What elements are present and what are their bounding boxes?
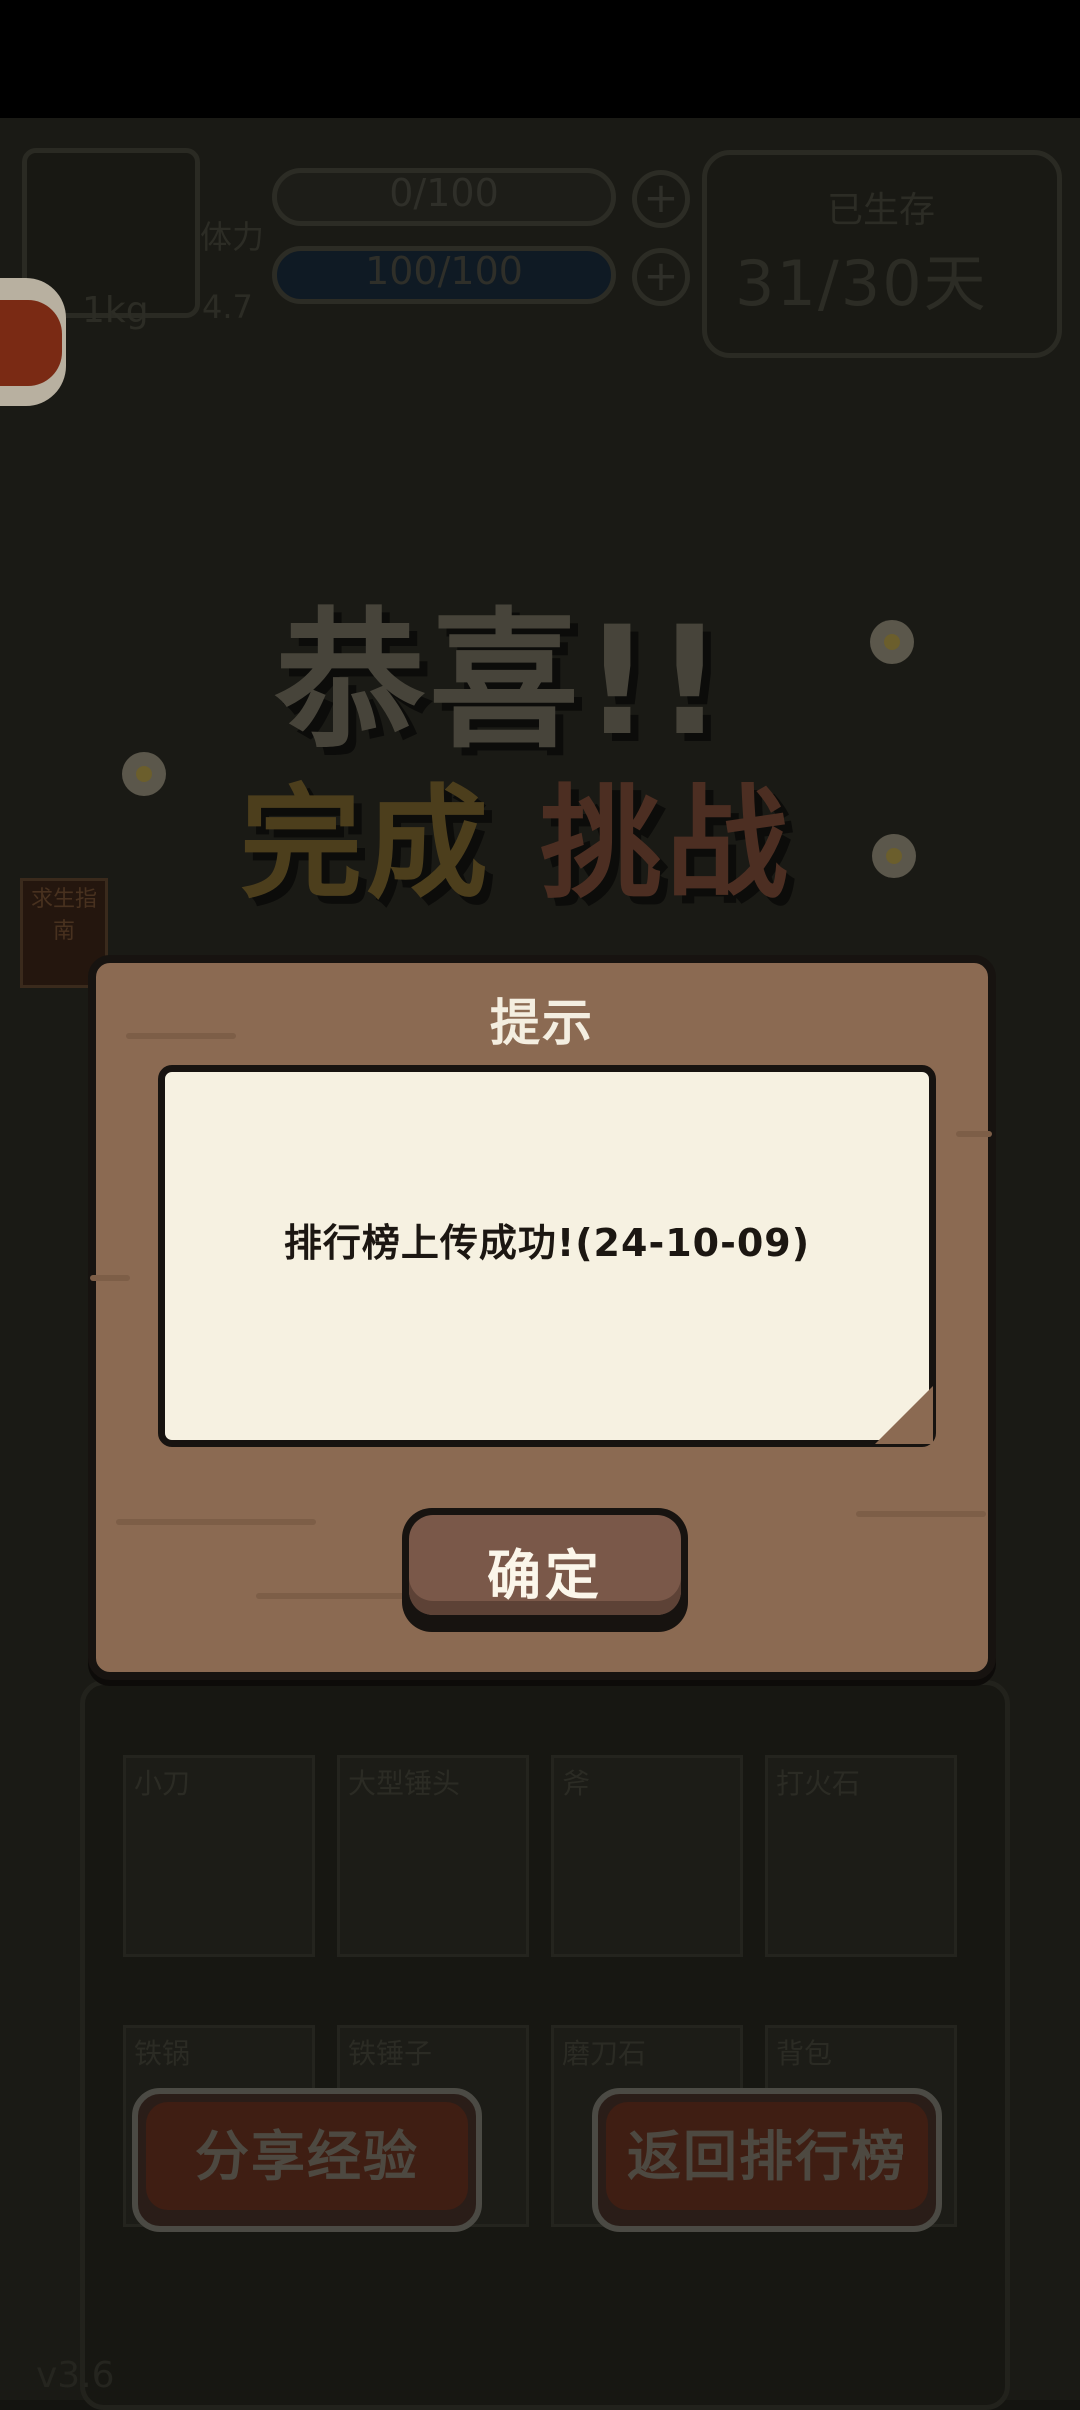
equipment-panel: 小刀 大型锤头 斧 打火石 铁锅 铁锤子 磨刀石 背包: [80, 1680, 1010, 2410]
slot-label: 铁锤子: [348, 2037, 433, 2070]
confirm-button-label: 确定: [487, 1544, 603, 1607]
slot-label: 打火石: [776, 1767, 861, 1800]
message-paper: 排行榜上传成功!(24-10-09): [158, 1065, 936, 1447]
add-hunger-plus-icon[interactable]: +: [632, 170, 690, 228]
add-health-plus-icon[interactable]: +: [632, 248, 690, 306]
confirm-button[interactable]: 确定: [402, 1508, 688, 1632]
challenge-complete-word: 完成: [240, 773, 492, 915]
equipment-slot[interactable]: 大型锤头: [337, 1755, 529, 1957]
notice-dialog: 提示 排行榜上传成功!(24-10-09) 确定: [88, 955, 996, 1680]
wood-grain: [90, 1275, 130, 1281]
slot-label: 斧: [562, 1767, 591, 1800]
equipment-slot[interactable]: 小刀: [123, 1755, 315, 1957]
power-value: 4.7: [202, 288, 253, 326]
wood-grain: [256, 1593, 416, 1599]
power-label: 体力: [200, 218, 265, 256]
health-bar-text: 100/100: [365, 249, 523, 293]
slot-label: 铁锅: [134, 2037, 191, 2070]
wood-grain: [116, 1519, 316, 1525]
survived-label: 已生存: [827, 190, 936, 231]
dialog-title: 提示: [490, 994, 594, 1052]
survival-guide-label: 求生指南: [30, 887, 97, 944]
back-to-leaderboard-button[interactable]: 返回排行榜: [592, 2088, 942, 2232]
slot-label: 小刀: [134, 1767, 191, 1800]
days-counter: 31/30天: [735, 247, 988, 320]
back-to-leaderboard-label: 返回排行榜: [606, 2102, 928, 2210]
upload-success-message: 排行榜上传成功!(24-10-09): [283, 1221, 811, 1265]
side-menu-icon: [0, 300, 62, 386]
equipment-slot[interactable]: 打火石: [765, 1755, 957, 1957]
slot-label: 大型锤头: [348, 1767, 461, 1800]
health-bar: 100/100: [272, 246, 616, 304]
status-bar-area: [0, 0, 1080, 118]
flower-decoration-icon: [870, 620, 914, 664]
slot-label: 背包: [776, 2037, 833, 2070]
weight-value: 1kg: [82, 290, 149, 331]
paper-curl-corner: [875, 1386, 933, 1444]
hunger-bar: 0/100: [272, 168, 616, 226]
flower-decoration-icon: [122, 752, 166, 796]
confirm-button-face: 确定: [409, 1515, 681, 1615]
challenge-word: 挑战: [540, 773, 792, 915]
share-experience-button[interactable]: 分享经验: [132, 2088, 482, 2232]
survival-days-panel: 已生存 31/30天: [702, 150, 1062, 358]
wood-grain: [856, 1511, 986, 1517]
equipment-slot[interactable]: 斧: [551, 1755, 743, 1957]
flower-decoration-icon: [872, 834, 916, 878]
slot-label: 磨刀石: [562, 2037, 647, 2070]
wood-grain: [956, 1131, 992, 1137]
hunger-bar-text: 0/100: [389, 171, 499, 215]
share-experience-label: 分享经验: [146, 2102, 468, 2210]
version-label: v3.6: [36, 2355, 115, 2396]
